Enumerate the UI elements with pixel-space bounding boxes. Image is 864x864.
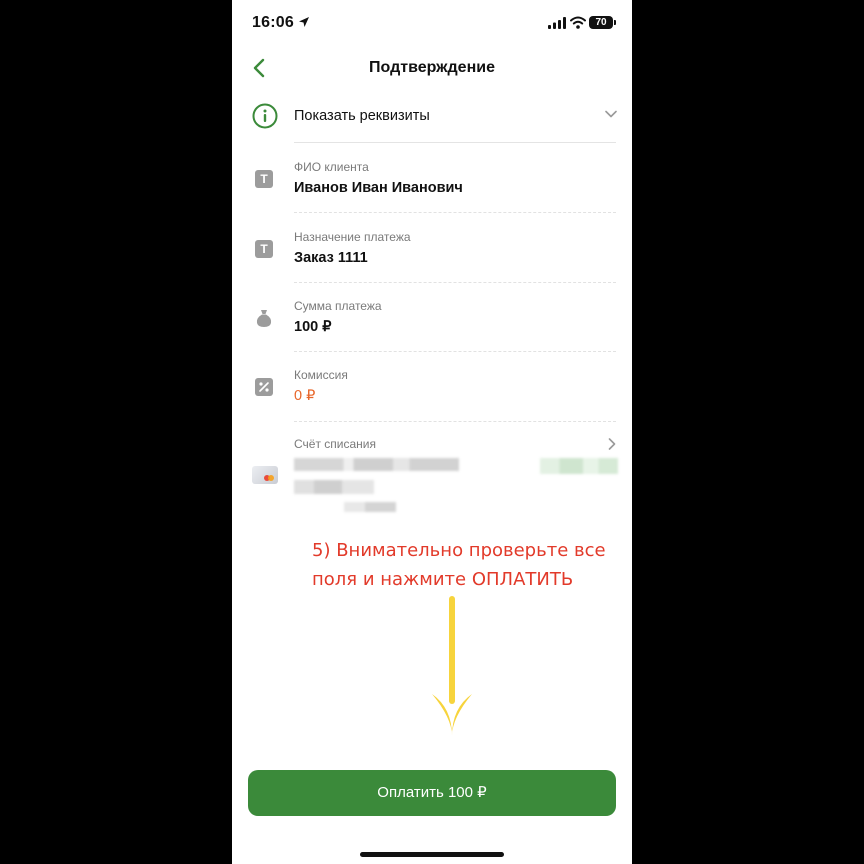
field-label: Комиссия: [294, 368, 348, 382]
card-icon: [252, 466, 278, 484]
field-value: 0 ₽: [294, 388, 316, 404]
field-payment-purpose: T Назначение платежа Заказ 1111: [252, 220, 616, 284]
divider: [294, 142, 616, 143]
chevron-down-icon: [605, 110, 617, 118]
info-icon: [252, 103, 278, 129]
field-commission: Комиссия 0 ₽: [252, 358, 616, 422]
show-requisites-row[interactable]: Показать реквизиты: [252, 100, 617, 142]
money-bag-icon: [256, 310, 272, 327]
redacted-extra: [344, 502, 396, 512]
field-label: ФИО клиента: [294, 160, 369, 174]
redacted-account-balance: [540, 458, 618, 474]
dotted-divider: [294, 212, 616, 213]
home-indicator: [360, 852, 504, 857]
percent-icon: [255, 378, 273, 396]
field-label: Назначение платежа: [294, 230, 411, 244]
page-title: Подтверждение: [369, 59, 495, 76]
signal-icon: [548, 17, 566, 29]
dotted-divider: [294, 421, 616, 422]
redacted-card-number: [294, 480, 374, 494]
battery-icon: 70: [589, 16, 613, 29]
status-time: 16:06: [252, 14, 294, 31]
letterbox-left: [0, 0, 232, 864]
dotted-divider: [294, 282, 616, 283]
field-value: Заказ 1111: [294, 250, 368, 266]
debit-account-row[interactable]: Счёт списания: [252, 432, 618, 532]
battery-tip: [614, 20, 616, 25]
field-value: Иванов Иван Иванович: [294, 180, 463, 196]
wifi-icon: [570, 16, 586, 29]
phone-screen: 16:06 70 Подтверждение Показать реквизит…: [232, 0, 632, 864]
location-arrow-icon: [299, 17, 309, 27]
pay-button[interactable]: Оплатить 100 ₽: [248, 770, 616, 816]
text-icon: T: [255, 240, 273, 258]
redacted-account-name: [294, 458, 459, 471]
field-payment-amount: Сумма платежа 100 ₽: [252, 289, 616, 353]
arrow-down-icon: [432, 596, 472, 736]
letterbox-right: [632, 0, 864, 864]
chevron-right-icon: [608, 438, 616, 450]
text-icon: T: [255, 170, 273, 188]
instruction-annotation: 5) Внимательно проверьте все поля и нажм…: [312, 536, 632, 594]
dotted-divider: [294, 351, 616, 352]
requisites-label: Показать реквизиты: [294, 108, 430, 124]
annotation-line-2: поля и нажмите ОПЛАТИТЬ: [312, 569, 574, 590]
field-client-name: T ФИО клиента Иванов Иван Иванович: [252, 150, 616, 214]
field-value: 100 ₽: [294, 319, 332, 335]
account-label: Счёт списания: [294, 437, 376, 451]
field-label: Сумма платежа: [294, 299, 382, 313]
annotation-line-1: 5) Внимательно проверьте все: [312, 540, 606, 561]
